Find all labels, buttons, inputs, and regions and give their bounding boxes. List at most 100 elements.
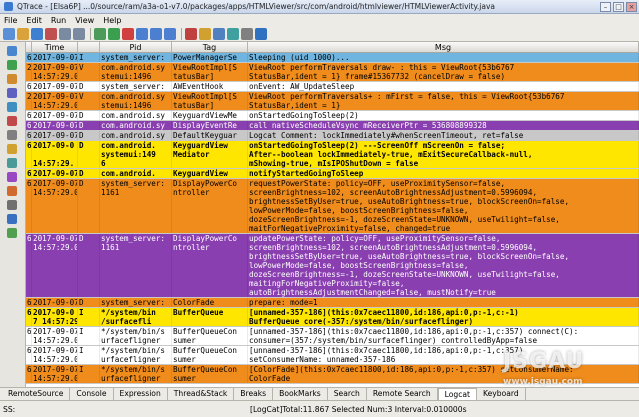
settings-icon[interactable]	[241, 27, 253, 40]
table-row[interactable]: 6 2017-09-0 7 14:57:29 I */system/bin /surf…	[26, 308, 639, 327]
breakpoint-icon[interactable]	[185, 27, 197, 40]
find-icon[interactable]	[94, 27, 106, 40]
cell-msg: [unnamed-357-186](this:0x7caec11800,id:1…	[248, 346, 639, 364]
cell-msg: Sleeping (uid 1000)...	[248, 53, 639, 62]
export-icon[interactable]	[7, 158, 17, 168]
step-out-icon[interactable]	[164, 27, 176, 40]
table-row[interactable]: 62017-09-07 14:57:29.05Dsystem_server: 1…	[26, 179, 639, 234]
cell-l: D	[78, 234, 100, 297]
cell-time: 2017-09-07 14:57:29.05	[32, 179, 78, 233]
col-time-header[interactable]: Time	[32, 42, 78, 53]
save-icon[interactable]	[31, 27, 43, 40]
cell-pid: com.android.sy	[100, 131, 172, 140]
copy-icon[interactable]	[59, 27, 71, 40]
cell-msg: prepare: mode=1	[248, 298, 639, 307]
close-icon[interactable]: ×	[626, 1, 637, 12]
stop-icon[interactable]	[122, 27, 134, 40]
refresh-icon[interactable]	[227, 27, 239, 40]
table-row[interactable]: 6 2017-09-07 Dsystem_server: AWEventHook onE…	[26, 82, 639, 92]
log-icon[interactable]	[7, 74, 17, 84]
info-icon[interactable]	[7, 228, 17, 238]
tab-remote-search[interactable]: Remote Search	[367, 388, 438, 400]
settings-icon[interactable]	[7, 200, 17, 210]
table-row[interactable]: 22017-09-07 14:57:29.04Vcom.android.sy s…	[26, 92, 639, 111]
table-row[interactable]: 6 2017-09-07 Dcom.android.sy DisplayEventRe…	[26, 121, 639, 131]
table-row[interactable]: 62017-09-07 14:57:29.05I*/system/bin/s u…	[26, 327, 639, 346]
cell-msg: ViewRoot performTraversals draw- : this …	[248, 63, 639, 81]
tab-keyboard[interactable]: Keyboard	[477, 388, 526, 400]
cell-time: 2017-09-0 7 14:57:29	[33, 308, 78, 326]
pause-icon[interactable]	[7, 130, 17, 140]
device-icon[interactable]	[7, 60, 17, 70]
help-icon[interactable]	[7, 214, 17, 224]
cell-msg: ViewRoot performTraversals+ : mFirst = f…	[248, 92, 639, 110]
tab-logcat[interactable]: Logcat	[437, 388, 478, 400]
cell-pid: system_server:	[100, 298, 172, 307]
cell-msg: [unnamed-357-186](this:0x7caec11800,id:1…	[248, 327, 639, 345]
menu-run[interactable]: Run	[51, 16, 66, 25]
table-row[interactable]: 62017-09-07 14:57:29.05Dsystem_server: 1…	[26, 234, 639, 298]
cell-l: D	[78, 298, 100, 307]
cell-time: 2017-09-07	[33, 53, 78, 62]
step-icon[interactable]	[136, 27, 148, 40]
col-msg-header[interactable]: Msg	[248, 42, 639, 53]
run-icon[interactable]	[108, 27, 120, 40]
tab-console[interactable]: Console	[70, 388, 114, 400]
table-row[interactable]: 62017-09-07 14:57:29.05I*/system/bin/s u…	[26, 346, 639, 365]
paste-icon[interactable]	[73, 27, 85, 40]
cut-icon[interactable]	[45, 27, 57, 40]
search-icon[interactable]	[7, 102, 17, 112]
help-icon[interactable]	[255, 27, 267, 40]
bookmark-icon[interactable]	[199, 27, 211, 40]
step-over-icon[interactable]	[150, 27, 162, 40]
cell-msg: updatePowerState: policy=OFF, useProximi…	[248, 234, 639, 297]
cell-l: I	[78, 53, 100, 62]
filter-icon[interactable]	[213, 27, 225, 40]
cell-time: 2017-09-07	[33, 111, 78, 120]
tab-search[interactable]: Search	[328, 388, 367, 400]
table-row[interactable]: 6 2017-09-07 Dcom.android. KeyguardView noti…	[26, 169, 639, 179]
tab-thread-stack[interactable]: Thread&Stack	[168, 388, 235, 400]
table-row[interactable]: 6 2017-09-07 Dsystem_server: ColorFade prepa…	[26, 298, 639, 308]
tab-bookmarks[interactable]: BookMarks	[273, 388, 328, 400]
open-icon[interactable]	[17, 27, 29, 40]
new-icon[interactable]	[3, 27, 15, 40]
table-row[interactable]: 6 2017-09-07 Isystem_server: PowerManagerSe…	[26, 53, 639, 63]
cell-time: 2017-09-07 14:57:29.05	[33, 365, 78, 383]
cell-msg: onStartedGoingToSleep(2)	[248, 111, 639, 120]
table-row[interactable]: 22017-09-07 14:57:29.03Vcom.android.sy s…	[26, 63, 639, 82]
toolbar	[0, 26, 639, 42]
menu-file[interactable]: File	[4, 16, 17, 25]
col-pid-header[interactable]: Pid	[100, 42, 172, 53]
cell-tag: PowerManagerSe	[172, 53, 248, 62]
cell-tag: BufferQueueCon sumer	[172, 346, 248, 364]
cell-tag: BufferQueueCon sumer	[172, 327, 248, 345]
connect-icon[interactable]	[7, 46, 17, 56]
filter-icon[interactable]	[7, 88, 17, 98]
table-row[interactable]: 62017-09-07 14:57:29.05I*/system/bin/s u…	[26, 365, 639, 384]
tab-expression[interactable]: Expression	[114, 388, 168, 400]
tab-remotesource[interactable]: RemoteSource	[2, 388, 71, 400]
minimize-icon[interactable]: –	[600, 1, 611, 12]
color-icon[interactable]	[7, 186, 17, 196]
cell-l: V	[78, 92, 100, 110]
cell-pid: */system/bin /surfacefli	[100, 308, 172, 326]
cell-msg: onEvent: AW_UpdateSleep	[248, 82, 639, 91]
menu-edit[interactable]: Edit	[26, 16, 42, 25]
col-l-header[interactable]	[78, 42, 100, 53]
table-row[interactable]: 6 2017-09-0 14:57:29. Dcom.android. system…	[26, 141, 639, 169]
bookmark-icon[interactable]	[7, 144, 17, 154]
col-tag-header[interactable]: Tag	[172, 42, 248, 53]
cell-pid: com.android.	[100, 169, 172, 178]
menu-view[interactable]: View	[75, 16, 94, 25]
table-row[interactable]: 6 2017-09-07 Dcom.android.sy DefaultKeyguar…	[26, 131, 639, 141]
bottom-tabs: RemoteSource Console Expression Thread&Stac…	[0, 387, 639, 400]
menu-help[interactable]: Help	[103, 16, 121, 25]
maximize-icon[interactable]: □	[613, 1, 624, 12]
table-row[interactable]: 6 2017-09-07 Dcom.android.sy KeyguardViewMe…	[26, 111, 639, 121]
cell-msg: [ColorFade](this:0x7caec11800,id:186,api…	[248, 365, 639, 383]
clear-icon[interactable]	[7, 116, 17, 126]
cell-l: D	[78, 131, 100, 140]
import-icon[interactable]	[7, 172, 17, 182]
tab-breaks[interactable]: Breaks	[234, 388, 274, 400]
